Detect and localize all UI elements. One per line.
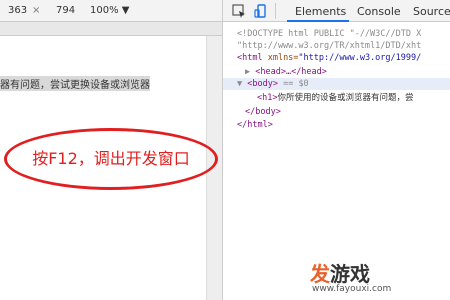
html-attr-name: xmlns= bbox=[262, 53, 299, 63]
watermark-logo-part1: 发 bbox=[310, 262, 330, 286]
selected-marker: == $0 bbox=[277, 79, 309, 89]
body-close-tag: </body> bbox=[245, 107, 281, 117]
device-toolbar: 363 × 794 100% ▼ bbox=[0, 0, 222, 22]
doctype-line[interactable]: <!DOCTYPE html PUBLIC "-//W3C//DTD X bbox=[237, 28, 421, 40]
h1-tag: <h1> bbox=[257, 93, 278, 103]
watermark-url: www.fayouxi.com bbox=[312, 284, 392, 294]
h1-node[interactable]: <h1>你所使用的设备或浏览器有问题，尝 bbox=[257, 92, 414, 104]
page-heading-text: 器有问题，尝试更换设备或浏览器 bbox=[0, 76, 150, 91]
page-viewport: 363 × 794 100% ▼ 器有问题，尝试更换设备或浏览器 按F12，调出… bbox=[0, 0, 222, 300]
doctype-url-line: "http://www.w3.org/TR/xhtml1/DTD/xht bbox=[237, 41, 422, 51]
head-node[interactable]: ▶ <head>…</head> bbox=[245, 66, 327, 78]
annotation-text: 按F12，调出开发窗口 bbox=[32, 149, 190, 168]
tab-elements[interactable]: Elements bbox=[295, 5, 346, 18]
viewport-height-input[interactable]: 794 bbox=[56, 5, 75, 16]
expand-arrow-icon[interactable]: ▶ bbox=[245, 67, 250, 77]
zoom-select[interactable]: 100% ▼ bbox=[90, 5, 129, 16]
html-close-tag: </html> bbox=[237, 120, 273, 130]
body-node[interactable]: ▼ <body> == $0 bbox=[237, 78, 309, 90]
tab-console[interactable]: Console bbox=[357, 5, 401, 18]
device-toggle-icon[interactable] bbox=[253, 3, 269, 19]
annotation-ellipse: 按F12，调出开发窗口 bbox=[4, 128, 218, 190]
dimension-separator: × bbox=[32, 5, 41, 16]
watermark-logo: 发游戏 bbox=[310, 258, 370, 287]
body-tag: <body> bbox=[247, 79, 278, 89]
devtools-tabbar: Elements Console Sources bbox=[223, 0, 450, 22]
toolbar-divider bbox=[275, 3, 276, 19]
devtools-panel: Elements Console Sources <!DOCTYPE html … bbox=[222, 0, 450, 300]
html-open-tag: <html bbox=[237, 53, 263, 63]
html-attr-value: "http://www.w3.org/1999/ bbox=[298, 53, 422, 63]
active-tab-indicator bbox=[287, 20, 349, 22]
tab-sources[interactable]: Sources bbox=[413, 5, 450, 18]
watermark-logo-part2: 游戏 bbox=[330, 262, 370, 286]
site-watermark: 发游戏 www.fayouxi.com bbox=[308, 258, 450, 300]
viewport-width-input[interactable]: 363 bbox=[8, 5, 27, 16]
collapse-arrow-icon[interactable]: ▼ bbox=[237, 79, 242, 89]
html-node[interactable]: <html xmlns="http://www.w3.org/1999/ bbox=[237, 52, 421, 64]
ruler bbox=[0, 22, 222, 36]
head-tag: <head>…</head> bbox=[255, 67, 327, 77]
h1-text: 你所使用的设备或浏览器有问题，尝 bbox=[277, 93, 414, 103]
inspect-element-icon[interactable] bbox=[231, 3, 247, 19]
